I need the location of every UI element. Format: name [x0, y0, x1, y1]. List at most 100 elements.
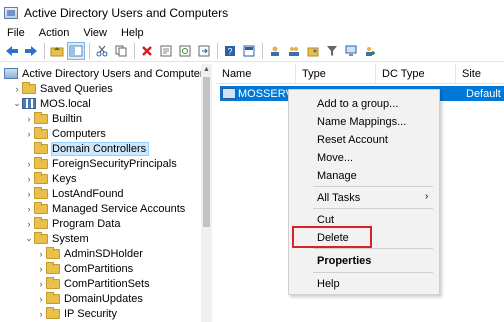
menu-view[interactable]: View — [76, 26, 114, 40]
menu-item-all-tasks[interactable]: All Tasks — [317, 192, 360, 204]
tree-toggle-icon[interactable] — [67, 41, 85, 60]
tree-item-keys[interactable]: › Keys — [24, 171, 76, 186]
tree-item-label: Managed Service Accounts — [52, 202, 186, 215]
chevron-right-icon[interactable]: › — [24, 189, 34, 199]
tree-item-label: ComPartitions — [64, 262, 134, 275]
chevron-right-icon[interactable]: › — [12, 84, 22, 94]
chevron-right-icon[interactable]: › — [24, 114, 34, 124]
app-icon — [4, 7, 18, 19]
scroll-thumb[interactable] — [203, 77, 210, 227]
menu-item-reset-account[interactable]: Reset Account — [317, 134, 388, 146]
back-icon[interactable] — [3, 42, 21, 60]
folder-icon — [34, 231, 48, 244]
chevron-right-icon[interactable]: › — [36, 294, 46, 304]
column-header-dc-type[interactable]: DC Type — [376, 64, 456, 84]
menu-help[interactable]: Help — [114, 26, 151, 40]
tree-item-system[interactable]: ⌄ System — [24, 231, 89, 246]
refresh-icon[interactable] — [176, 42, 194, 60]
mmc-icon[interactable] — [240, 42, 258, 60]
export-icon[interactable] — [195, 42, 213, 60]
toolbar-separator — [44, 42, 45, 59]
folder-icon — [46, 261, 60, 274]
chevron-right-icon[interactable]: › — [36, 264, 46, 274]
tree-item-label: ForeignSecurityPrincipals — [52, 157, 177, 170]
folder-icon — [34, 141, 48, 154]
tree-item-foreign-security-principals[interactable]: › ForeignSecurityPrincipals — [24, 156, 177, 171]
cut-icon[interactable] — [93, 42, 111, 60]
chevron-down-icon[interactable]: ⌄ — [12, 98, 22, 109]
chevron-right-icon[interactable]: › — [24, 159, 34, 169]
chevron-right-icon[interactable]: › — [24, 129, 34, 139]
chevron-down-icon[interactable]: ⌄ — [24, 233, 34, 244]
menu-item-cut[interactable]: Cut — [317, 214, 334, 226]
folder-icon — [34, 186, 48, 199]
tree-item-label: Saved Queries — [40, 82, 113, 95]
scroll-up-icon[interactable]: ▲ — [201, 64, 212, 75]
filter-icon[interactable] — [323, 42, 341, 60]
menu-file[interactable]: File — [0, 26, 32, 40]
chevron-right-icon[interactable]: › — [24, 174, 34, 184]
toolbar-separator — [217, 42, 218, 59]
domain-icon — [22, 98, 36, 109]
tree-item-label: DomainUpdates — [64, 292, 143, 305]
menu-separator — [313, 208, 433, 209]
menu-action[interactable]: Action — [32, 26, 77, 40]
menu-item-add-to-group[interactable]: Add to a group... — [317, 98, 398, 110]
tree-item-label: MOS.local — [40, 97, 91, 110]
column-header-site[interactable]: Site — [456, 64, 504, 84]
folder-up-icon[interactable] — [48, 42, 66, 60]
tree-item-com-partition-sets[interactable]: › ComPartitionSets — [36, 276, 150, 291]
tree-item-label: LostAndFound — [52, 187, 124, 200]
folder-icon — [34, 171, 48, 184]
tree-scrollbar[interactable]: ▲ — [201, 64, 212, 322]
folder-icon — [46, 276, 60, 289]
window-title: Active Directory Users and Computers — [24, 6, 229, 20]
tree-item-builtin[interactable]: › Builtin — [24, 111, 82, 126]
context-menu: Add to a group... Name Mappings... Reset… — [288, 89, 440, 295]
menu-bar: File Action View Help — [0, 26, 504, 40]
menu-item-name-mappings[interactable]: Name Mappings... — [317, 116, 406, 128]
column-header-name[interactable]: Name — [216, 64, 296, 84]
properties-icon[interactable] — [157, 42, 175, 60]
tree-item-label: Program Data — [52, 217, 121, 230]
chevron-right-icon[interactable]: › — [24, 219, 34, 229]
submenu-arrow-icon: › — [425, 191, 429, 202]
tree-item-program-data[interactable]: › Program Data — [24, 216, 120, 231]
chevron-right-icon[interactable]: › — [36, 309, 46, 319]
tree-item-label: Computers — [52, 127, 106, 140]
tree-item-computers[interactable]: › Computers — [24, 126, 106, 141]
tree-item-domain-controllers[interactable]: Domain Controllers — [24, 141, 150, 156]
toolbar-separator — [262, 42, 263, 59]
tree-item-admin-sd-holder[interactable]: › AdminSDHolder — [36, 246, 143, 261]
chevron-right-icon[interactable]: › — [24, 204, 34, 214]
tree-item-ip-security[interactable]: › IP Security — [36, 306, 117, 321]
folder-icon — [22, 81, 36, 94]
menu-item-help[interactable]: Help — [317, 278, 340, 290]
tree-item-root[interactable]: Active Directory Users and Computers [MC — [4, 66, 212, 81]
tree-item-managed-service-accounts[interactable]: › Managed Service Accounts — [24, 201, 185, 216]
folder-icon — [46, 306, 60, 319]
menu-item-move[interactable]: Move... — [317, 152, 353, 164]
ou-icon[interactable] — [304, 42, 322, 60]
forward-icon[interactable] — [22, 42, 40, 60]
group-icon[interactable] — [285, 42, 303, 60]
tree-item-lost-and-found[interactable]: › LostAndFound — [24, 186, 124, 201]
menu-item-manage[interactable]: Manage — [317, 170, 357, 182]
tree-item-mos-local[interactable]: ⌄ MOS.local — [12, 96, 91, 111]
menu-item-properties[interactable]: Properties — [317, 255, 371, 267]
tree-item-saved-queries[interactable]: › Saved Queries — [12, 81, 113, 96]
delete-icon[interactable] — [138, 42, 156, 60]
copy-icon[interactable] — [112, 42, 130, 60]
folder-icon — [34, 201, 48, 214]
computer-icon[interactable] — [342, 42, 360, 60]
help-icon[interactable]: ? — [221, 42, 239, 60]
folder-icon — [46, 291, 60, 304]
user-icon[interactable] — [266, 42, 284, 60]
tree-item-domain-updates[interactable]: › DomainUpdates — [36, 291, 143, 306]
tree-item-com-partitions[interactable]: › ComPartitions — [36, 261, 133, 276]
chevron-right-icon[interactable]: › — [36, 279, 46, 289]
column-header-type[interactable]: Type — [296, 64, 376, 84]
tree-item-label: Active Directory Users and Computers [MC — [22, 67, 212, 80]
add-group-icon[interactable] — [361, 42, 379, 60]
chevron-right-icon[interactable]: › — [36, 249, 46, 259]
